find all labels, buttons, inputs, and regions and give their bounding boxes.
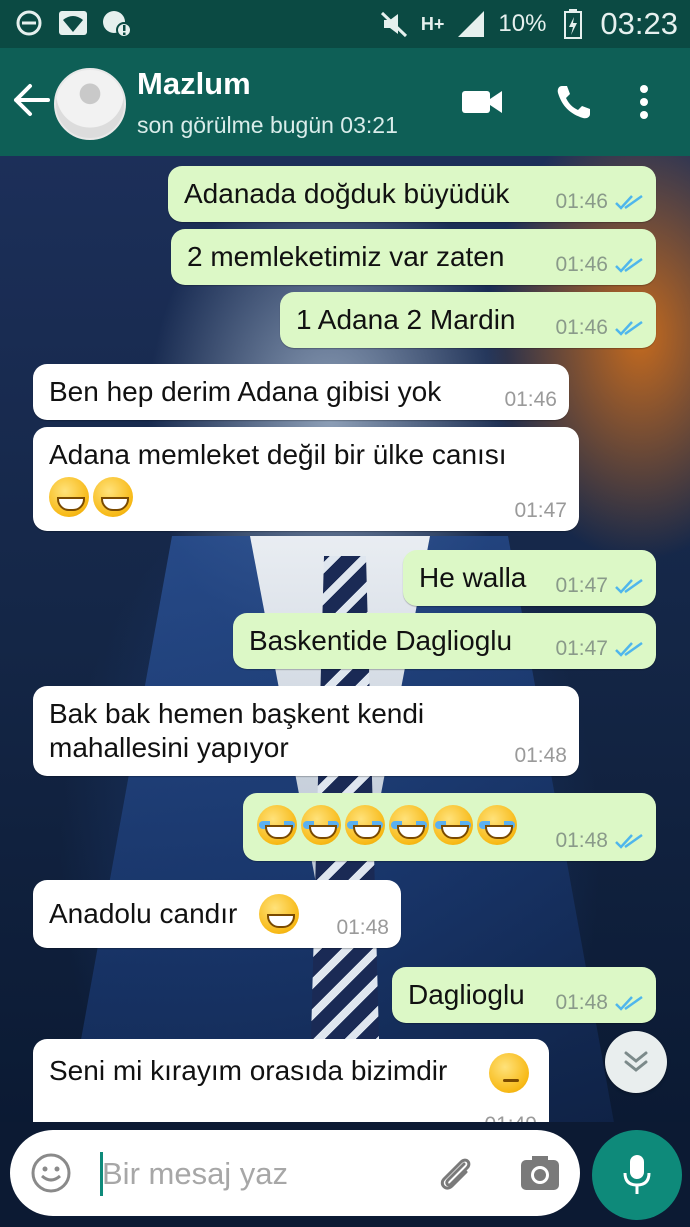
- battery-icon: [558, 9, 588, 39]
- back-arrow-icon[interactable]: [12, 80, 52, 120]
- network-type: H+: [420, 13, 445, 34]
- smirk-emoji-icon: [489, 1053, 529, 1093]
- message-emoji-row: [257, 805, 521, 845]
- incoming-message[interactable]: Anadolu candır 01:48: [33, 880, 401, 948]
- message-input[interactable]: Bir mesaj yaz: [102, 1156, 288, 1192]
- double-check-icon: [615, 320, 643, 336]
- message-time: 01:48: [555, 991, 608, 1014]
- message-time: 01:47: [555, 637, 608, 660]
- message-time: 01:48: [514, 744, 567, 767]
- video-call-icon[interactable]: [458, 78, 506, 126]
- joy-emoji-icon: [433, 805, 473, 845]
- message-text: Ben hep derim Adana gibisi yok: [49, 376, 442, 407]
- outgoing-message[interactable]: 1 Adana 2 Mardin 01:46: [280, 292, 656, 348]
- grin-emoji-icon: [93, 477, 133, 517]
- mute-icon: [379, 9, 409, 39]
- message-text-line1: Bak bak hemen başkent kendi: [49, 698, 425, 729]
- chat-header: Mazlum son görülme bugün 03:21: [0, 48, 690, 156]
- message-text: Seni mi kırayım orasıda bizimdir: [49, 1055, 448, 1086]
- incoming-message[interactable]: Seni mi kırayım orasıda bizimdir 01:49: [33, 1039, 549, 1122]
- joy-emoji-icon: [257, 805, 297, 845]
- outgoing-message[interactable]: Daglioglu 01:48: [392, 967, 656, 1023]
- message-text: 1 Adana 2 Mardin: [296, 304, 516, 335]
- message-text: Baskentide Daglioglu: [249, 625, 513, 656]
- microphone-icon: [623, 1155, 651, 1194]
- more-options-icon[interactable]: [620, 78, 668, 126]
- data-alert-icon: [102, 8, 132, 38]
- joy-emoji-icon: [301, 805, 341, 845]
- message-text: Daglioglu: [408, 979, 525, 1010]
- chat-area[interactable]: Adanada doğduk büyüdük 01:46 2 memleketi…: [0, 156, 690, 1122]
- dnd-icon: [14, 8, 44, 38]
- double-check-icon: [615, 995, 643, 1011]
- signal-icon: [456, 9, 486, 39]
- joy-emoji-icon: [345, 805, 385, 845]
- double-check-icon: [615, 257, 643, 273]
- double-check-icon: [615, 194, 643, 210]
- message-emoji-row: [49, 477, 137, 517]
- message-time: 01:46: [504, 388, 557, 411]
- battery-level: 10%: [498, 10, 547, 37]
- clock: 03:23: [600, 6, 678, 41]
- avatar[interactable]: [54, 68, 126, 140]
- double-check-icon: [615, 578, 643, 594]
- message-time: 01:48: [336, 916, 389, 939]
- joy-emoji-icon: [477, 805, 517, 845]
- scroll-to-bottom-button[interactable]: [605, 1031, 667, 1093]
- message-text: Adanada doğduk büyüdük: [184, 178, 510, 209]
- attachment-icon[interactable]: [434, 1152, 478, 1196]
- grin-emoji-icon: [259, 894, 299, 934]
- message-text: 2 memleketimiz var zaten: [187, 241, 505, 272]
- incoming-message[interactable]: Bak bak hemen başkent kendi mahallesini …: [33, 686, 579, 776]
- double-check-icon: [615, 641, 643, 657]
- voice-record-button[interactable]: [592, 1130, 682, 1220]
- outgoing-message[interactable]: Adanada doğduk büyüdük 01:46: [168, 166, 656, 222]
- message-time: 01:47: [555, 574, 608, 597]
- emoji-picker-icon[interactable]: [30, 1152, 72, 1194]
- outgoing-message[interactable]: He walla 01:47: [403, 550, 656, 606]
- double-check-icon: [615, 833, 643, 849]
- message-time: 01:46: [555, 190, 608, 213]
- incoming-message[interactable]: Adana memleket değil bir ülke canısı 01:…: [33, 427, 579, 531]
- contact-name[interactable]: Mazlum: [137, 66, 251, 102]
- camera-icon[interactable]: [518, 1152, 562, 1196]
- incoming-message[interactable]: Ben hep derim Adana gibisi yok 01:46: [33, 364, 569, 420]
- message-time: 01:49: [484, 1113, 537, 1122]
- last-seen: son görülme bugün 03:21: [137, 112, 398, 138]
- grin-emoji-icon: [49, 477, 89, 517]
- double-chevron-down-icon: [624, 1051, 648, 1072]
- message-time: 01:48: [555, 829, 608, 852]
- message-text: Adana memleket değil bir ülke canısı: [49, 439, 507, 470]
- outgoing-message[interactable]: Baskentide Daglioglu 01:47: [233, 613, 656, 669]
- outgoing-message[interactable]: 2 memleketimiz var zaten 01:46: [171, 229, 656, 285]
- wifi-icon: [58, 8, 88, 38]
- message-text: Anadolu candır: [49, 898, 238, 929]
- voice-call-icon[interactable]: [550, 78, 598, 126]
- joy-emoji-icon: [389, 805, 429, 845]
- message-text-line2: mahallesini yapıyor: [49, 732, 289, 763]
- outgoing-message[interactable]: 01:48: [243, 793, 656, 861]
- message-time: 01:47: [514, 499, 567, 522]
- message-composer[interactable]: Bir mesaj yaz: [10, 1130, 580, 1216]
- message-text: He walla: [419, 562, 527, 593]
- message-time: 01:46: [555, 316, 608, 339]
- message-time: 01:46: [555, 253, 608, 276]
- status-bar: H+ 10% 03:23: [0, 0, 690, 48]
